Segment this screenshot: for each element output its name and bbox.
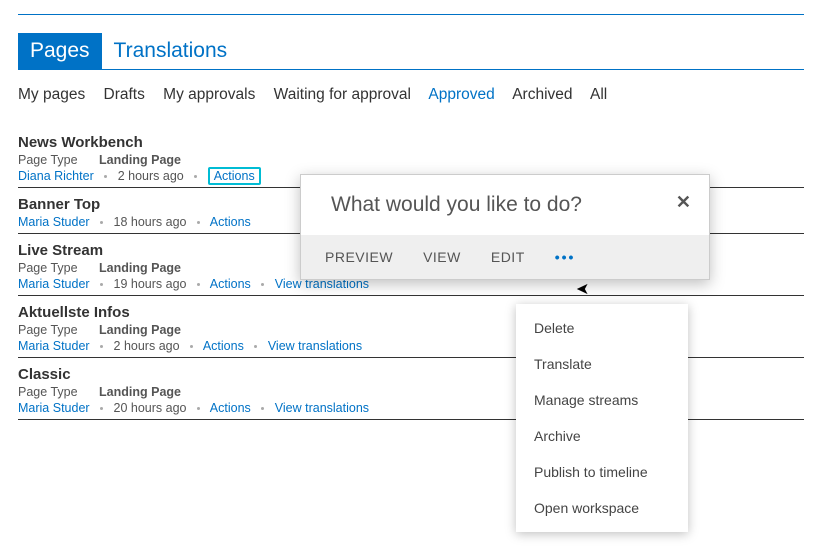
view-translations-link[interactable]: View translations xyxy=(275,401,369,415)
close-icon[interactable]: ✕ xyxy=(676,193,691,211)
author-link[interactable]: Diana Richter xyxy=(18,169,94,183)
dropdown-open-workspace[interactable]: Open workspace xyxy=(516,490,688,526)
primary-tabs: Pages Translations xyxy=(18,33,804,70)
author-link[interactable]: Maria Studer xyxy=(18,277,90,291)
author-link[interactable]: Maria Studer xyxy=(18,339,90,353)
separator-dot xyxy=(100,221,103,224)
dropdown-archive[interactable]: Archive xyxy=(516,418,688,454)
actions-link[interactable]: Actions xyxy=(203,339,244,353)
actions-link[interactable]: Actions xyxy=(210,215,251,229)
page-type-label: Page Type xyxy=(18,261,78,275)
page-type-value: Landing Page xyxy=(99,261,181,275)
popup-title: What would you like to do? xyxy=(331,193,582,217)
popup-action-view[interactable]: VIEW xyxy=(423,249,461,265)
separator-dot xyxy=(194,175,197,178)
time-ago: 2 hours ago xyxy=(118,169,184,183)
separator-dot xyxy=(197,221,200,224)
actions-link[interactable]: Actions xyxy=(210,277,251,291)
filter-my-pages[interactable]: My pages xyxy=(18,86,85,103)
page-type-label: Page Type xyxy=(18,385,78,399)
popup-action-bar: PREVIEW VIEW EDIT ••• xyxy=(301,235,709,279)
cursor-icon: ➤ xyxy=(576,279,589,299)
more-dropdown: Delete Translate Manage streams Archive … xyxy=(516,304,688,532)
popup-action-preview[interactable]: PREVIEW xyxy=(325,249,393,265)
author-link[interactable]: Maria Studer xyxy=(18,401,90,415)
dropdown-manage-streams[interactable]: Manage streams xyxy=(516,382,688,418)
separator-dot xyxy=(104,175,107,178)
page-type-value: Landing Page xyxy=(99,385,181,399)
time-ago: 18 hours ago xyxy=(114,215,187,229)
popup-header: What would you like to do? ✕ xyxy=(301,175,709,235)
page-type-value: Landing Page xyxy=(99,323,181,337)
filter-all[interactable]: All xyxy=(590,86,607,103)
separator-dot xyxy=(190,345,193,348)
page-type-line: Page Type Landing Page xyxy=(18,153,804,167)
view-translations-link[interactable]: View translations xyxy=(268,339,362,353)
filter-drafts[interactable]: Drafts xyxy=(104,86,145,103)
dropdown-publish-timeline[interactable]: Publish to timeline xyxy=(516,454,688,490)
page-type-label: Page Type xyxy=(18,323,78,337)
time-ago: 2 hours ago xyxy=(114,339,180,353)
header-rule xyxy=(18,14,804,15)
actions-link[interactable]: Actions xyxy=(208,167,261,185)
tab-pages[interactable]: Pages xyxy=(18,33,102,69)
separator-dot xyxy=(254,345,257,348)
dropdown-delete[interactable]: Delete xyxy=(516,310,688,346)
time-ago: 19 hours ago xyxy=(114,277,187,291)
actions-link[interactable]: Actions xyxy=(210,401,251,415)
filter-approved[interactable]: Approved xyxy=(428,86,494,103)
separator-dot xyxy=(197,283,200,286)
author-link[interactable]: Maria Studer xyxy=(18,215,90,229)
page-type-label: Page Type xyxy=(18,153,78,167)
dropdown-translate[interactable]: Translate xyxy=(516,346,688,382)
tab-translations[interactable]: Translations xyxy=(102,33,240,69)
separator-dot xyxy=(100,283,103,286)
page-type-value: Landing Page xyxy=(99,153,181,167)
separator-dot xyxy=(261,407,264,410)
separator-dot xyxy=(197,407,200,410)
page-title: News Workbench xyxy=(18,134,804,151)
filter-tabs: My pages Drafts My approvals Waiting for… xyxy=(18,86,804,104)
more-icon[interactable]: ••• xyxy=(555,249,576,265)
filter-archived[interactable]: Archived xyxy=(512,86,572,103)
filter-waiting[interactable]: Waiting for approval xyxy=(274,86,411,103)
filter-my-approvals[interactable]: My approvals xyxy=(163,86,255,103)
actions-popup: What would you like to do? ✕ PREVIEW VIE… xyxy=(300,174,710,280)
separator-dot xyxy=(261,283,264,286)
separator-dot xyxy=(100,407,103,410)
separator-dot xyxy=(100,345,103,348)
time-ago: 20 hours ago xyxy=(114,401,187,415)
popup-action-edit[interactable]: EDIT xyxy=(491,249,525,265)
